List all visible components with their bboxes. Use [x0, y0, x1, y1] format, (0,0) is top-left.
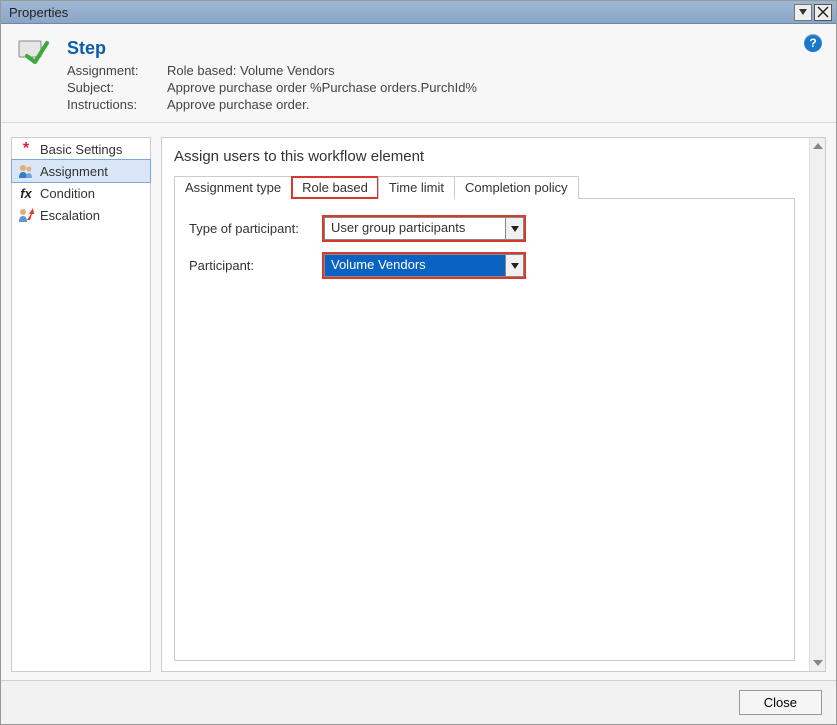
- sidebar-item-escalation[interactable]: Escalation: [12, 204, 150, 226]
- sidebar: * Basic Settings Assignment fx Condition: [11, 137, 151, 672]
- main-heading: Assign users to this workflow element: [174, 148, 795, 165]
- label-subject: Subject:: [67, 80, 167, 95]
- window-title: Properties: [5, 5, 792, 20]
- tab-time-limit[interactable]: Time limit: [378, 176, 455, 199]
- escalation-icon: [18, 207, 34, 223]
- header-row-subject: Subject: Approve purchase order %Purchas…: [67, 80, 477, 95]
- label-participant: Participant:: [189, 258, 324, 273]
- tab-role-based[interactable]: Role based: [291, 176, 379, 199]
- tab-label: Role based: [302, 180, 368, 195]
- sidebar-item-label: Basic Settings: [40, 142, 122, 157]
- scrollbar[interactable]: [809, 138, 825, 671]
- sidebar-item-assignment[interactable]: Assignment: [11, 159, 151, 183]
- header-row-assignment: Assignment: Role based: Volume Vendors: [67, 63, 477, 78]
- window-dropdown-button[interactable]: [794, 4, 812, 21]
- asterisk-icon: *: [18, 141, 34, 157]
- help-button[interactable]: ?: [804, 34, 822, 52]
- value-subject: Approve purchase order %Purchase orders.…: [167, 80, 477, 95]
- chevron-down-icon: [799, 9, 807, 15]
- combo-participant[interactable]: Volume Vendors: [324, 254, 524, 277]
- row-participant: Participant: Volume Vendors: [189, 254, 780, 277]
- label-instructions: Instructions:: [67, 97, 167, 112]
- combo-value: User group participants: [325, 218, 505, 239]
- step-title: Step: [67, 38, 477, 59]
- sidebar-item-label: Assignment: [40, 164, 108, 179]
- footer: Close: [1, 680, 836, 724]
- chevron-down-icon: [505, 255, 523, 276]
- titlebar: Properties: [1, 1, 836, 24]
- tab-label: Completion policy: [465, 180, 568, 195]
- help-icon: ?: [809, 36, 816, 50]
- value-assignment: Role based: Volume Vendors: [167, 63, 335, 78]
- main-panel: Assign users to this workflow element As…: [161, 137, 826, 672]
- window-close-button[interactable]: [814, 4, 832, 21]
- tab-label: Assignment type: [185, 180, 281, 195]
- close-icon: [817, 6, 829, 18]
- value-instructions: Approve purchase order.: [167, 97, 309, 112]
- scroll-up-icon: [810, 138, 825, 154]
- close-button-label: Close: [764, 695, 797, 710]
- label-assignment: Assignment:: [67, 63, 167, 78]
- tab-assignment-type[interactable]: Assignment type: [174, 176, 292, 199]
- row-type-of-participant: Type of participant: User group particip…: [189, 217, 780, 240]
- tab-label: Time limit: [389, 180, 444, 195]
- header-row-instructions: Instructions: Approve purchase order.: [67, 97, 477, 112]
- step-icon: [17, 38, 53, 66]
- fx-icon: fx: [18, 185, 34, 201]
- chevron-down-icon: [505, 218, 523, 239]
- sidebar-item-condition[interactable]: fx Condition: [12, 182, 150, 204]
- combo-value: Volume Vendors: [325, 255, 505, 276]
- tab-panel-role-based: Type of participant: User group particip…: [174, 199, 795, 661]
- sidebar-item-label: Condition: [40, 186, 95, 201]
- tab-completion-policy[interactable]: Completion policy: [454, 176, 579, 199]
- header: ? Step Assignment: Role based: Volume Ve…: [1, 24, 836, 123]
- users-icon: [18, 163, 34, 179]
- label-type-of-participant: Type of participant:: [189, 221, 324, 236]
- properties-window: Properties ? Step: [0, 0, 837, 725]
- close-button[interactable]: Close: [739, 690, 822, 715]
- sidebar-item-label: Escalation: [40, 208, 100, 223]
- scroll-down-icon: [810, 655, 825, 671]
- sidebar-item-basic-settings[interactable]: * Basic Settings: [12, 138, 150, 160]
- tabstrip: Assignment type Role based Time limit Co…: [174, 175, 795, 199]
- content: ? Step Assignment: Role based: Volume Ve…: [1, 24, 836, 724]
- combo-type-of-participant[interactable]: User group participants: [324, 217, 524, 240]
- header-details: Step Assignment: Role based: Volume Vend…: [67, 38, 477, 112]
- body: * Basic Settings Assignment fx Condition: [1, 123, 836, 680]
